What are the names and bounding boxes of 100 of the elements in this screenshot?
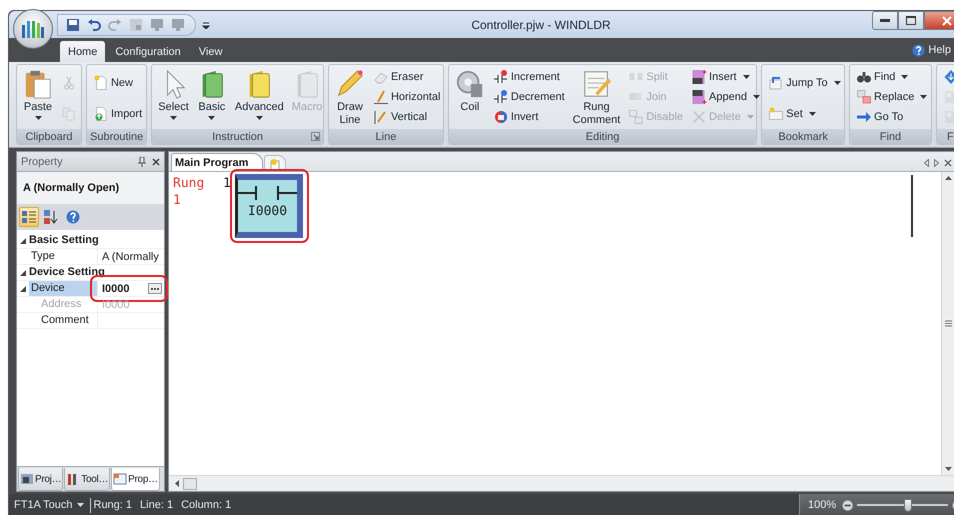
caret-icon — [808, 112, 816, 116]
caret-icon — [256, 116, 263, 120]
ribbon-button[interactable]: Horizontal — [370, 87, 444, 107]
delete-icon — [691, 109, 708, 125]
zoom-percent: 100% — [808, 499, 836, 511]
grip-icon — [944, 320, 952, 327]
dialog-launcher-icon[interactable] — [310, 132, 320, 141]
copy-icon — [61, 106, 77, 122]
expander-icon[interactable] — [20, 286, 26, 292]
close-icon — [944, 159, 952, 167]
maximize-button[interactable] — [898, 11, 924, 30]
caret-icon — [746, 115, 754, 119]
ribbon-tab[interactable]: View — [190, 41, 230, 62]
property-sheet-icon — [113, 473, 128, 485]
customize-icon[interactable] — [202, 20, 210, 28]
ribbon-button[interactable]: Find — [853, 67, 930, 87]
property-value: A (Normally — [102, 250, 160, 262]
contact-cell[interactable]: I0000 — [235, 174, 303, 238]
ribbon-button[interactable]: Paste — [20, 67, 56, 122]
property-name[interactable]: Comment — [39, 313, 98, 328]
expander-icon[interactable] — [20, 238, 26, 244]
ribbon-button[interactable]: Select — [155, 67, 192, 122]
caret-icon — [920, 95, 928, 99]
group-title: Bookmark — [778, 130, 828, 142]
ribbon-button[interactable]: Decrement — [490, 87, 568, 107]
contact-symbol-icon — [238, 186, 297, 200]
close-icon[interactable] — [152, 158, 160, 166]
scroll-thumb — [183, 478, 197, 490]
triangle-left-icon — [924, 159, 929, 167]
slider-thumb[interactable] — [904, 498, 912, 512]
category-label: Device Setting — [29, 265, 105, 280]
replace-icon — [856, 89, 872, 105]
window-title: Controller.pjw - WINDLDR — [470, 18, 612, 32]
bookmark-set-icon — [768, 106, 784, 122]
group-title: Clipboard — [25, 130, 73, 142]
property-heading: A (Normally Open) — [17, 172, 164, 204]
logo-icon — [21, 19, 45, 39]
group-title: Line — [376, 130, 396, 142]
ribbon-button[interactable]: Replace — [853, 87, 930, 107]
ribbon-button[interactable]: Go To — [853, 107, 930, 127]
panel-tab[interactable]: Prop… — [111, 468, 160, 491]
ribbon-button[interactable]: Increment — [490, 67, 568, 87]
column-number: 1 — [223, 175, 232, 192]
device-dropdown[interactable]: FT1A Touch — [9, 498, 90, 512]
contact-minus-icon — [492, 89, 509, 105]
ribbon-button[interactable]: New — [90, 72, 146, 92]
property-value: I0000 — [102, 298, 131, 310]
comment-pad-icon — [582, 69, 612, 99]
ribbon-button[interactable]: Basic — [194, 67, 230, 122]
append-icon — [691, 89, 708, 105]
ribbon-button[interactable]: Coil — [452, 67, 488, 116]
import-page-icon — [92, 106, 109, 122]
help-button[interactable]: Help — [912, 44, 954, 56]
ribbon-button[interactable]: Set — [765, 104, 844, 124]
undo-icon[interactable] — [87, 18, 101, 32]
rung-label: Rung — [173, 175, 206, 192]
property-name[interactable]: Type — [29, 249, 98, 264]
save-icon[interactable] — [66, 18, 80, 32]
property-name[interactable]: Device — [29, 281, 98, 296]
ribbon-button[interactable]: Jump To — [765, 72, 844, 92]
ribbon-button[interactable]: Eraser — [370, 67, 444, 87]
status-text: Rung: 1 — [94, 499, 132, 511]
browse-button[interactable] — [148, 283, 162, 294]
expander-icon[interactable] — [20, 270, 26, 276]
arrow-right-icon — [856, 109, 872, 125]
caret-icon — [170, 116, 178, 120]
sort-icon — [44, 210, 58, 224]
ribbon-tab[interactable]: Home — [60, 41, 106, 62]
ribbon-button[interactable]: Draw Line — [332, 67, 368, 129]
ribbon-button[interactable]: Vertical — [370, 107, 444, 127]
ribbon-button[interactable]: Import — [90, 104, 146, 124]
insert-icon — [691, 69, 708, 85]
ribbon-tab[interactable]: Configuration — [107, 41, 189, 62]
clipboard-icon — [23, 69, 53, 99]
group-title: Editing — [586, 130, 620, 142]
ribbon-button[interactable]: Invert — [490, 107, 568, 127]
vertical-scrollbar[interactable] — [941, 172, 954, 475]
caret-icon — [208, 116, 216, 120]
gear-icon — [454, 69, 485, 99]
zoom-out-icon[interactable] — [842, 498, 854, 512]
ribbon-button[interactable]: Rung Comment — [570, 67, 624, 129]
status-text: Column: 1 — [181, 499, 232, 511]
triangle-right-icon — [934, 159, 939, 167]
binoculars-icon — [856, 69, 872, 85]
jump-icon — [768, 74, 784, 90]
toolbar-button[interactable] — [19, 207, 39, 227]
pin-icon[interactable] — [138, 156, 146, 166]
caret-icon — [834, 80, 841, 84]
new-tab-icon — [269, 158, 282, 170]
property-value: I0000 — [102, 282, 131, 294]
rung-number: 1 — [173, 192, 182, 209]
panel-tab[interactable]: Proj… — [18, 468, 64, 491]
panel-tab[interactable]: Tool… — [64, 468, 110, 491]
application-menu-button[interactable] — [13, 9, 53, 49]
horizontal-scrollbar[interactable] — [169, 475, 954, 491]
document-tab[interactable]: Main Program — [171, 153, 264, 171]
group-title: F — [947, 130, 954, 142]
ribbon-button[interactable]: Advanced — [232, 67, 287, 122]
caret-icon — [752, 95, 760, 99]
minimize-button[interactable] — [872, 11, 898, 30]
